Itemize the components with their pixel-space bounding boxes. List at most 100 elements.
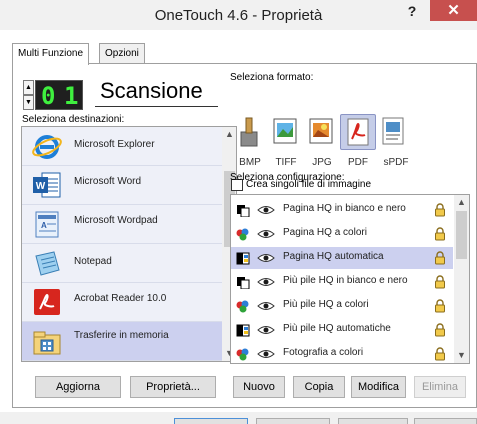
eye-icon[interactable]	[257, 300, 275, 312]
internet-explorer-icon	[32, 135, 62, 159]
color-page-icon	[236, 300, 249, 313]
color-page-icon	[236, 348, 249, 361]
format-label-pdf: PDF	[348, 157, 368, 168]
format-pdf-button[interactable]	[340, 114, 376, 150]
help-button[interactable]: ?	[400, 1, 424, 21]
tab-opzioni[interactable]: Opzioni	[99, 43, 145, 64]
list-item[interactable]: Acrobat Reader 10.0	[22, 283, 222, 322]
tab-multi-funzione[interactable]: Multi Funzione	[12, 43, 90, 65]
mode-digit-tens: 0	[41, 82, 56, 110]
mode-digit-ones: 1	[64, 82, 79, 110]
storage-icon	[33, 331, 61, 355]
destination-label: Acrobat Reader 10.0	[74, 293, 167, 304]
configuration-label: Fotografia a colori	[283, 347, 364, 358]
destinations-label: Seleziona destinazioni:	[22, 114, 125, 125]
format-label-jpg: JPG	[312, 157, 332, 168]
list-item[interactable]: Più pile HQ automatiche	[231, 319, 453, 341]
eye-icon[interactable]	[257, 228, 275, 240]
scroll-down-arrow[interactable]: ▼	[454, 348, 469, 363]
paint-brush-icon	[240, 117, 258, 147]
photo-file-icon	[309, 118, 333, 144]
list-item[interactable]: Microsoft Explorer	[22, 127, 222, 166]
new-config-button[interactable]: Nuovo	[233, 376, 285, 398]
mode-name: Scansione	[100, 78, 203, 103]
lock-icon	[435, 251, 445, 265]
mode-underline	[95, 106, 218, 107]
destination-label: Microsoft Wordpad	[74, 215, 158, 226]
list-item[interactable]: A Microsoft Wordpad	[22, 205, 222, 244]
eye-icon[interactable]	[257, 204, 275, 216]
word-icon: W	[33, 172, 61, 198]
title-bar: OneTouch 4.6 - Proprietà ? ✕	[0, 0, 477, 30]
wordpad-icon: A	[35, 211, 59, 238]
configuration-label: Pagina HQ automatica	[283, 251, 384, 262]
formats-label: Seleziona formato:	[230, 72, 314, 83]
list-item[interactable]: Pagina HQ in bianco e nero	[231, 199, 453, 221]
lock-icon	[435, 203, 445, 217]
pdf-file-icon	[347, 118, 369, 146]
auto-page-icon	[236, 324, 250, 337]
apply-button[interactable]	[338, 418, 408, 424]
format-jpg-button[interactable]	[304, 114, 340, 150]
list-item[interactable]: Pagina HQ a colori	[231, 223, 453, 245]
copy-config-button[interactable]: Copia	[293, 376, 345, 398]
list-item[interactable]: Più pile HQ in bianco e nero	[231, 271, 453, 293]
list-item[interactable]: Fotografia a colori	[231, 343, 453, 363]
configuration-label: Pagina HQ a colori	[283, 227, 367, 238]
configuration-label: Più pile HQ in bianco e nero	[283, 275, 408, 286]
svg-text:W: W	[36, 181, 46, 192]
list-item[interactable]: Trasferire in memoria	[22, 322, 222, 361]
destinations-list[interactable]: Microsoft Explorer W Microsoft Word A Mi…	[21, 126, 237, 362]
format-label-tiff: TIFF	[275, 157, 297, 168]
color-page-icon	[236, 228, 249, 241]
delete-config-button[interactable]: Elimina	[414, 376, 466, 398]
image-file-icon	[273, 118, 297, 144]
svg-text:A: A	[41, 221, 47, 230]
mode-down-button[interactable]: ▼	[23, 95, 34, 110]
refresh-button[interactable]: Aggiorna	[35, 376, 121, 398]
destination-label: Notepad	[74, 256, 112, 267]
format-bmp-button[interactable]	[232, 114, 268, 150]
ok-button[interactable]	[174, 418, 248, 424]
lock-icon	[435, 275, 445, 289]
bw-page-icon	[237, 205, 250, 217]
eye-icon[interactable]	[257, 276, 275, 288]
mode-up-button[interactable]: ▲	[23, 80, 34, 95]
format-spdf-button[interactable]	[376, 114, 412, 150]
mode-number-display: 0 1	[35, 80, 83, 110]
searchable-pdf-icon	[382, 117, 404, 145]
list-item[interactable]: Più pile HQ a colori	[231, 295, 453, 317]
auto-page-icon	[236, 252, 250, 265]
list-item[interactable]: Pagina HQ automatica	[231, 247, 453, 269]
configurations-scrollbar[interactable]: ▲ ▼	[454, 195, 469, 363]
help-dialog-button[interactable]	[414, 418, 477, 424]
eye-icon[interactable]	[257, 324, 275, 336]
close-button[interactable]: ✕	[430, 0, 477, 21]
configuration-label: Più pile HQ automatiche	[283, 323, 391, 334]
list-item[interactable]: Notepad	[22, 244, 222, 283]
destination-properties-button[interactable]: Proprietà...	[130, 376, 216, 398]
list-item[interactable]: W Microsoft Word	[22, 166, 222, 205]
eye-icon[interactable]	[257, 348, 275, 360]
bw-page-icon	[237, 277, 250, 289]
cancel-button[interactable]	[256, 418, 330, 424]
lock-icon	[435, 299, 445, 313]
lock-icon	[435, 347, 445, 361]
lock-icon	[435, 227, 445, 241]
edit-config-button[interactable]: Modifica	[351, 376, 406, 398]
configurations-list[interactable]: Pagina HQ in bianco e nero Pagina HQ a co…	[230, 194, 470, 364]
acrobat-icon	[34, 289, 60, 315]
notepad-icon	[35, 251, 60, 276]
destination-label: Trasferire in memoria	[74, 330, 169, 341]
scroll-up-arrow[interactable]: ▲	[454, 195, 469, 210]
scrollbar-thumb[interactable]	[456, 211, 467, 259]
destination-label: Microsoft Word	[74, 176, 142, 187]
eye-icon[interactable]	[257, 252, 275, 264]
configuration-label: Pagina HQ in bianco e nero	[283, 203, 406, 214]
configurations-label: Seleziona configurazione:	[230, 172, 345, 183]
configuration-label: Più pile HQ a colori	[283, 299, 369, 310]
lock-icon	[435, 323, 445, 337]
destination-label: Microsoft Explorer	[74, 139, 155, 150]
format-tiff-button[interactable]	[268, 114, 304, 150]
format-label-bmp: BMP	[239, 157, 261, 168]
